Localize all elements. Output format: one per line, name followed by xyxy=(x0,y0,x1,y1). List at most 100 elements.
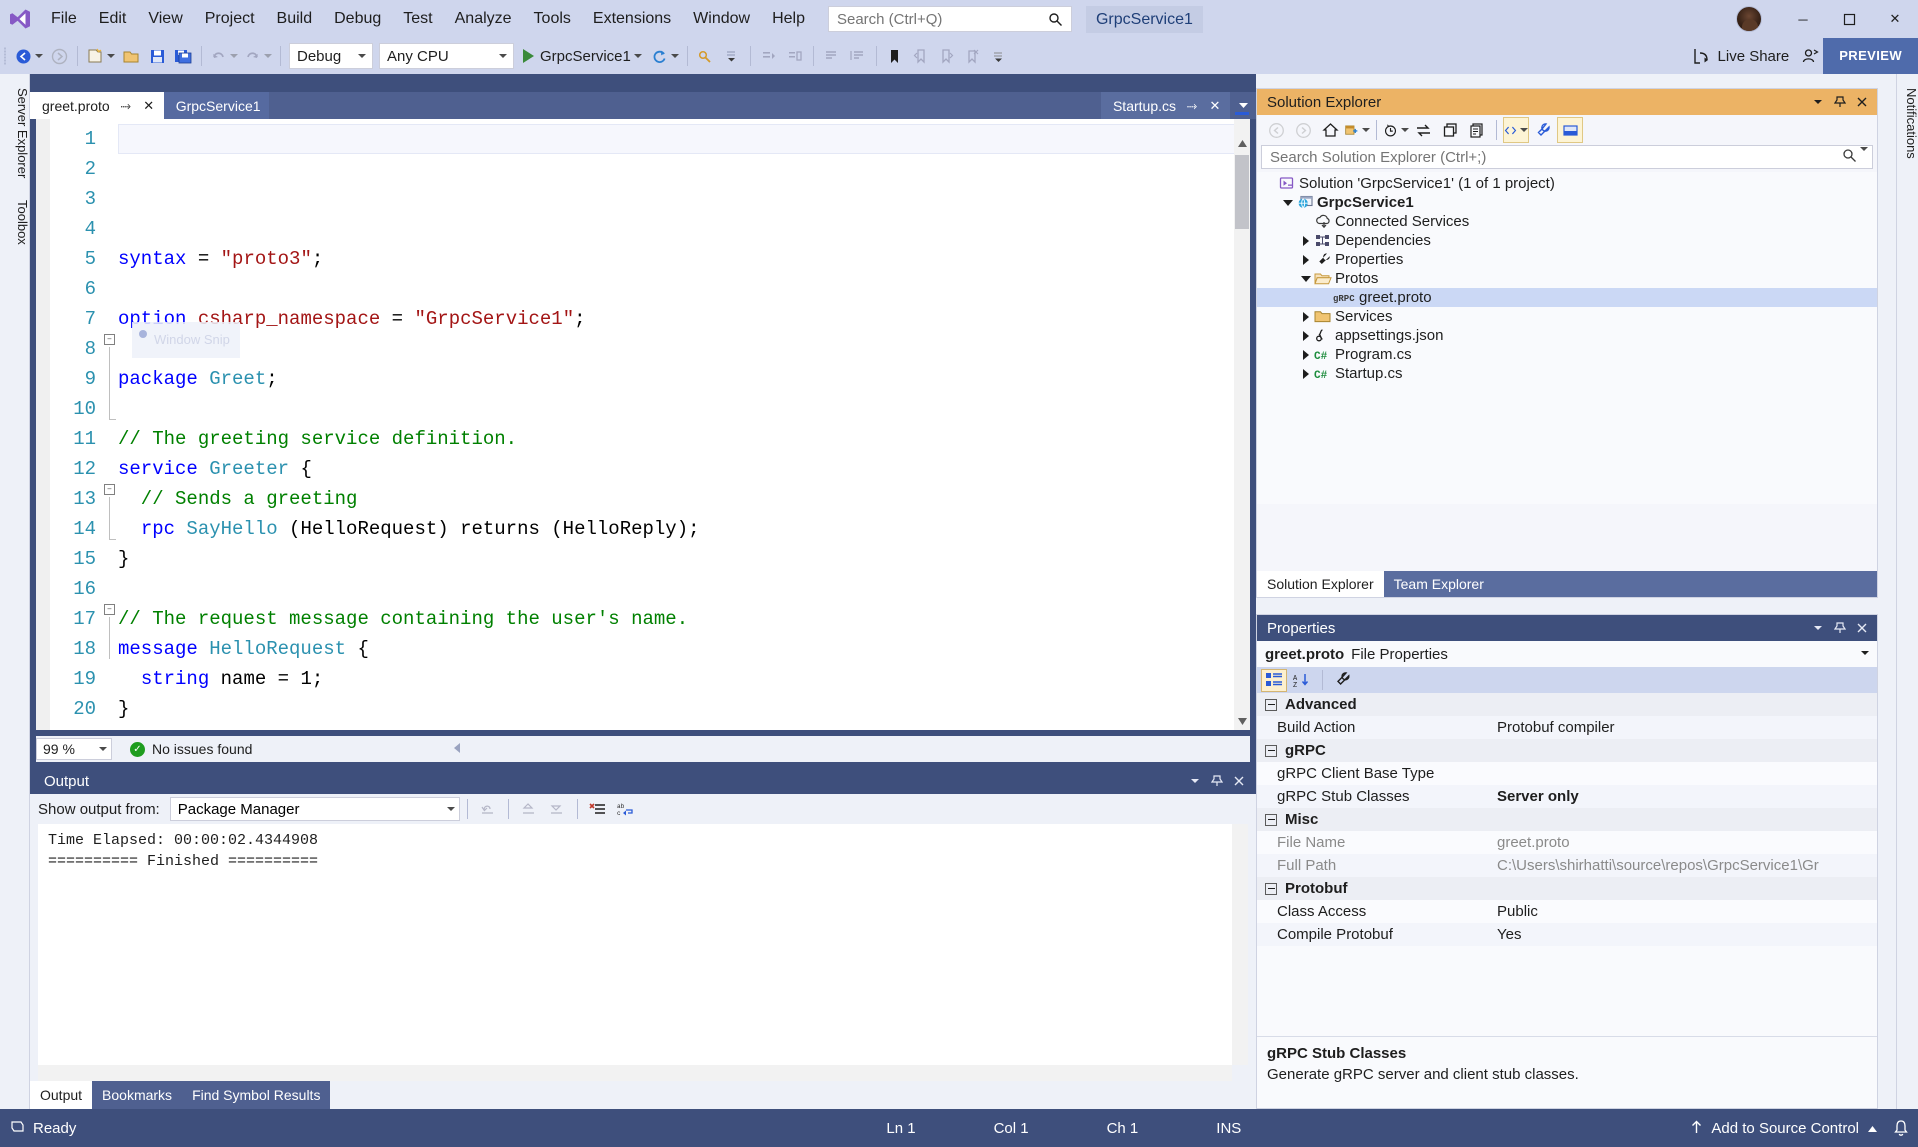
solution-platform-combo[interactable]: Any CPU xyxy=(379,43,514,69)
search-input[interactable] xyxy=(837,11,1047,28)
zoom-level-combo[interactable]: 99 % xyxy=(36,738,112,760)
se-view-code-button[interactable] xyxy=(1503,117,1529,143)
chevron-down-icon[interactable] xyxy=(1859,646,1871,663)
code-text-area[interactable]: Window Snip syntax = "proto3"; option cs… xyxy=(118,119,1250,730)
scroll-down-icon[interactable] xyxy=(1234,713,1250,730)
properties-grid[interactable]: AdvancedBuild ActionProtobuf compilergRP… xyxy=(1257,693,1877,946)
editor-vertical-scrollbar[interactable] xyxy=(1234,119,1250,730)
pin-icon[interactable]: ⤑ xyxy=(119,98,133,114)
code-line[interactable] xyxy=(118,394,1250,424)
menu-tools[interactable]: Tools xyxy=(523,0,582,38)
maximize-button[interactable] xyxy=(1826,0,1872,38)
step-over-button[interactable] xyxy=(782,42,808,70)
collapse-icon[interactable] xyxy=(1265,814,1277,826)
collapse-icon[interactable] xyxy=(1265,745,1277,757)
rail-tab-notifications[interactable]: Notifications xyxy=(1897,80,1918,167)
se-pending-history-button[interactable] xyxy=(1383,117,1409,143)
solution-config-combo[interactable]: Debug xyxy=(289,43,373,69)
tab-bookmarks[interactable]: Bookmarks xyxy=(92,1081,182,1109)
properties-dropdown-icon[interactable] xyxy=(1807,616,1829,640)
panel-close-icon[interactable] xyxy=(1851,90,1873,114)
tree-node-selected[interactable]: gRPCgreet.proto xyxy=(1257,288,1877,307)
collapse-icon[interactable] xyxy=(1265,883,1277,895)
se-home-button[interactable] xyxy=(1317,117,1343,143)
property-value[interactable]: C:\Users\shirhatti\source\repos\GrpcServ… xyxy=(1493,857,1877,874)
properties-pin-icon[interactable] xyxy=(1829,616,1851,640)
code-line[interactable]: } xyxy=(118,544,1250,574)
tree-node[interactable]: C#Startup.cs xyxy=(1257,364,1877,383)
property-row[interactable]: Class AccessPublic xyxy=(1257,900,1877,923)
se-refresh-button[interactable] xyxy=(1437,117,1463,143)
navigate-backward-button[interactable] xyxy=(12,42,46,70)
menu-analyze[interactable]: Analyze xyxy=(444,0,523,38)
se-back-button[interactable] xyxy=(1263,117,1289,143)
tab-output[interactable]: Output xyxy=(30,1081,92,1109)
property-value[interactable]: Server only xyxy=(1493,788,1877,805)
toggle-bookmark-button[interactable] xyxy=(882,42,908,70)
comment-selection-button[interactable] xyxy=(819,42,845,70)
solution-explorer-search[interactable] xyxy=(1261,145,1873,169)
horizontal-scroll-left-icon[interactable] xyxy=(452,741,463,757)
code-line[interactable]: package Greet; xyxy=(118,364,1250,394)
panel-dropdown-icon[interactable] xyxy=(1807,90,1829,114)
previous-bookmark-button[interactable] xyxy=(908,42,934,70)
code-line[interactable]: // The request message containing the us… xyxy=(118,604,1250,634)
menu-window[interactable]: Window xyxy=(682,0,761,38)
menu-debug[interactable]: Debug xyxy=(323,0,392,38)
toolbar-overflow-button[interactable] xyxy=(719,42,745,70)
output-dropdown-icon[interactable] xyxy=(1184,769,1206,793)
navigate-forward-button[interactable] xyxy=(46,42,72,70)
property-category-row[interactable]: Protobuf xyxy=(1257,877,1877,900)
se-preview-selected-items-button[interactable] xyxy=(1557,117,1583,143)
property-value[interactable]: Protobuf compiler xyxy=(1493,719,1877,736)
code-line[interactable]: syntax = "proto3"; xyxy=(118,244,1250,274)
chevron-right-icon[interactable] xyxy=(1299,331,1313,341)
menu-help[interactable]: Help xyxy=(761,0,816,38)
property-category-row[interactable]: Advanced xyxy=(1257,693,1877,716)
go-to-previous-message-button[interactable] xyxy=(516,795,542,823)
code-line[interactable]: rpc SayHello (HelloRequest) returns (Hel… xyxy=(118,514,1250,544)
hot-reload-button[interactable] xyxy=(648,42,682,70)
next-bookmark-button[interactable] xyxy=(934,42,960,70)
clear-all-button[interactable] xyxy=(585,795,611,823)
add-to-source-control-button[interactable]: Add to Source Control xyxy=(1690,1119,1878,1138)
fold-toggle-helloreply[interactable]: ‒ xyxy=(104,604,115,615)
alphabetical-view-button[interactable]: AZ xyxy=(1289,669,1315,692)
properties-close-icon[interactable] xyxy=(1851,616,1873,640)
property-category-row[interactable]: Misc xyxy=(1257,808,1877,831)
solution-search-input[interactable] xyxy=(1270,149,1842,166)
se-properties-button[interactable] xyxy=(1530,117,1556,143)
output-text-area[interactable]: Time Elapsed: 00:00:02.4344908==========… xyxy=(38,824,1248,1065)
rail-tab-server-explorer[interactable]: Server Explorer xyxy=(0,80,30,186)
categorized-view-button[interactable] xyxy=(1261,669,1287,692)
code-line[interactable] xyxy=(118,724,1250,730)
chevron-right-icon[interactable] xyxy=(1299,369,1313,379)
property-row[interactable]: gRPC Stub ClassesServer only xyxy=(1257,785,1877,808)
tree-node[interactable]: Services xyxy=(1257,307,1877,326)
property-category-row[interactable]: gRPC xyxy=(1257,739,1877,762)
property-value[interactable]: greet.proto xyxy=(1493,834,1877,851)
output-horizontal-scrollbar[interactable] xyxy=(38,1065,1232,1081)
clear-bookmarks-button[interactable] xyxy=(960,42,986,70)
tab-solution-explorer[interactable]: Solution Explorer xyxy=(1257,571,1384,597)
scroll-up-icon[interactable] xyxy=(1234,135,1250,152)
account-settings-button[interactable] xyxy=(1797,42,1823,70)
tree-node[interactable]: appsettings.json xyxy=(1257,326,1877,345)
code-line[interactable]: // Sends a greeting xyxy=(118,484,1250,514)
code-line[interactable] xyxy=(118,574,1250,604)
select-process-button[interactable] xyxy=(693,42,719,70)
code-line[interactable]: message HelloRequest { xyxy=(118,634,1250,664)
output-close-icon[interactable] xyxy=(1228,769,1250,793)
go-to-next-message-button[interactable] xyxy=(544,795,570,823)
property-row[interactable]: Full PathC:\Users\shirhatti\source\repos… xyxy=(1257,854,1877,877)
chevron-down-icon[interactable] xyxy=(1281,200,1295,206)
tree-node[interactable]: GrpcService1 xyxy=(1257,193,1877,212)
uncomment-selection-button[interactable] xyxy=(845,42,871,70)
breakpoint-gutter[interactable] xyxy=(36,119,50,730)
menu-file[interactable]: File xyxy=(40,0,88,38)
se-show-all-files-button[interactable] xyxy=(1464,117,1490,143)
editor-tab-grpcservice1[interactable]: GrpcService1 xyxy=(164,92,269,119)
menu-project[interactable]: Project xyxy=(194,0,266,38)
save-button[interactable] xyxy=(144,42,170,70)
open-file-button[interactable] xyxy=(118,42,144,70)
